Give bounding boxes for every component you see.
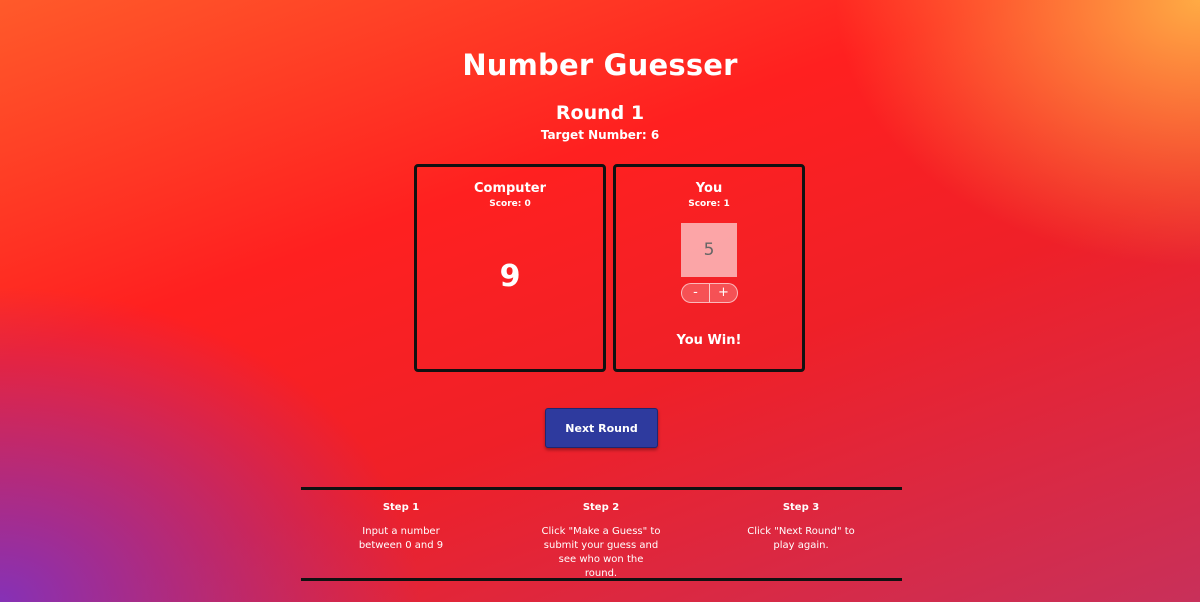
player-score: Score: 1 xyxy=(688,199,730,209)
step-3: Step 3 Click "Next Round" to play again. xyxy=(701,502,901,553)
guess-stepper: - + xyxy=(681,283,738,303)
page-title: Number Guesser xyxy=(462,48,738,82)
steps-divider-bottom xyxy=(301,578,902,581)
guess-input[interactable] xyxy=(681,223,737,277)
computer-guess: 9 xyxy=(499,259,521,294)
step-2: Step 2 Click "Make a Guess" to submit yo… xyxy=(501,502,701,581)
computer-name: Computer xyxy=(473,181,547,196)
step-title: Step 3 xyxy=(782,502,820,513)
step-text: Click "Make a Guess" to submit your gues… xyxy=(541,526,661,579)
player-name: You xyxy=(695,181,723,196)
computer-card: Computer Score: 0 9 xyxy=(414,164,606,372)
steps-divider-top xyxy=(301,487,902,490)
round-label: Round 1 xyxy=(555,102,645,124)
step-1: Step 1 Input a number between 0 and 9 xyxy=(301,502,501,553)
step-title: Step 1 xyxy=(382,502,420,513)
decrement-button[interactable]: - xyxy=(682,284,709,302)
player-card: You Score: 1 - + You Win! xyxy=(613,164,805,372)
computer-score: Score: 0 xyxy=(489,199,531,209)
step-text: Click "Next Round" to play again. xyxy=(747,526,855,551)
next-round-button[interactable]: Next Round xyxy=(545,408,658,448)
step-title: Step 2 xyxy=(582,502,620,513)
increment-button[interactable]: + xyxy=(710,284,737,302)
round-result: You Win! xyxy=(676,333,742,348)
step-text: Input a number between 0 and 9 xyxy=(358,526,444,551)
target-number: Target Number: 6 xyxy=(540,128,660,142)
